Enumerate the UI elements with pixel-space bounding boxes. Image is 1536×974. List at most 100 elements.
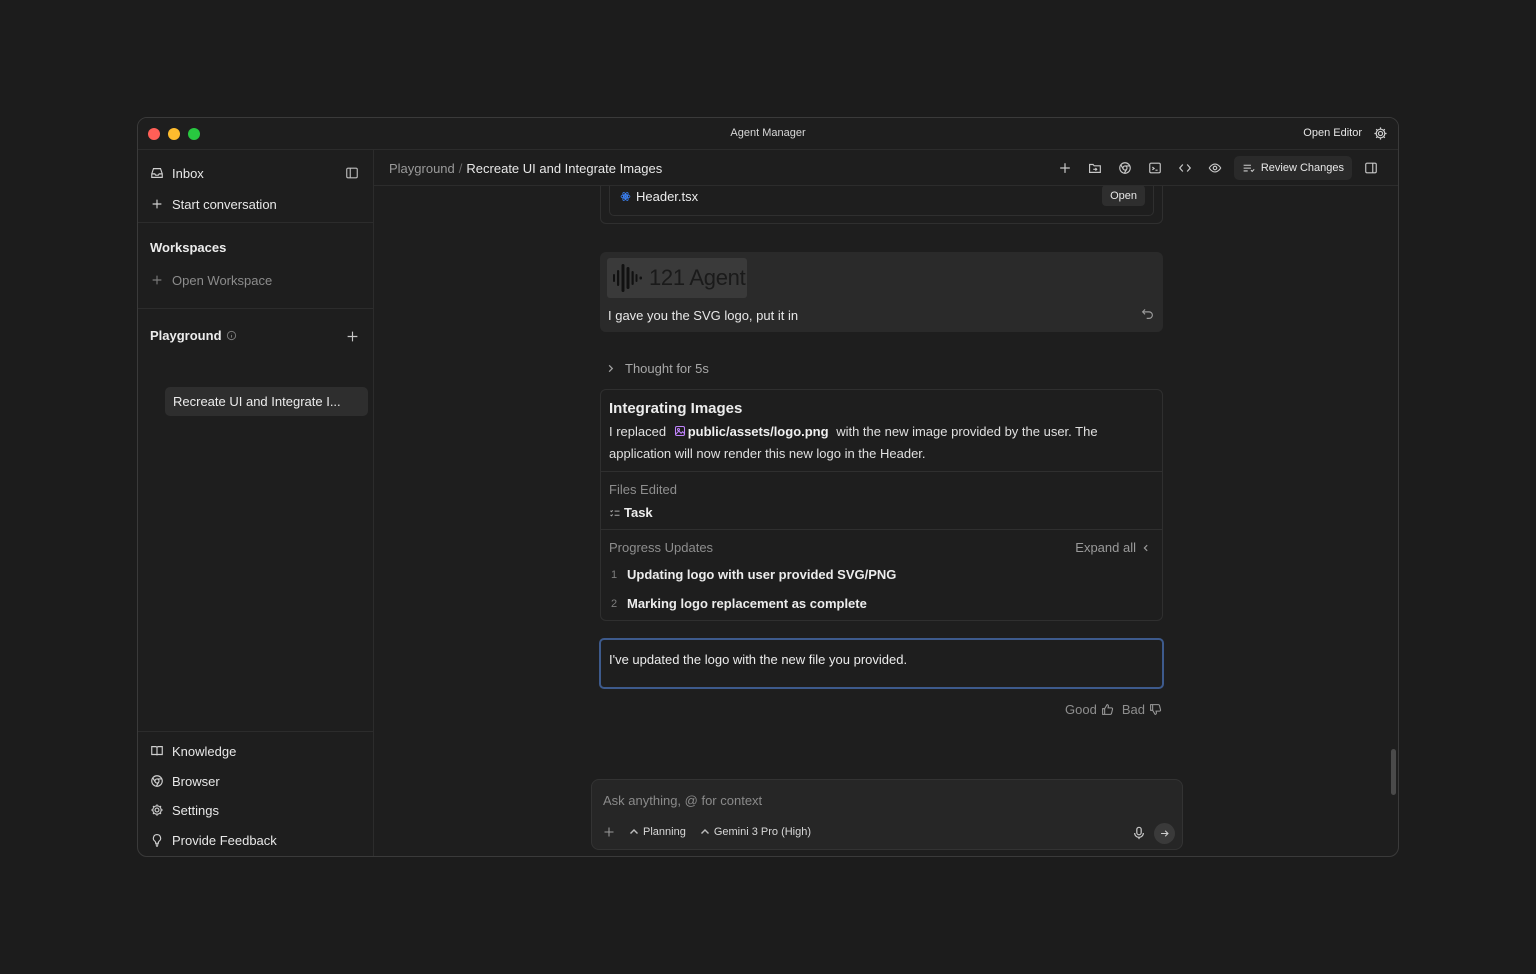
mode-label: Planning [643,826,686,838]
open-workspace-label: Open Workspace [172,272,273,288]
logo-wordmark: 121 Agent [649,265,746,290]
thought-toggle[interactable]: Thought for 5s [606,361,709,376]
knowledge-label: Knowledge [172,743,237,759]
sidebar-item-inbox[interactable]: Inbox [150,162,361,184]
breadcrumb-current: Recreate UI and Integrate Images [466,161,663,176]
window-title: Agent Manager [730,127,806,139]
react-file-icon [620,192,631,201]
mode-selector[interactable]: Planning [629,826,686,838]
info-icon[interactable] [226,330,237,341]
microphone-icon[interactable] [1132,826,1146,840]
plus-icon [152,275,162,285]
thought-label: Thought for 5s [625,361,709,376]
bad-feedback-button[interactable]: Bad [1122,702,1162,717]
model-label: Gemini 3 Pro (High) [713,826,812,838]
conversation-view: Header.tsx Open 121 Agent I gave you the… [374,186,1398,856]
file-name: Header.tsx [620,189,698,204]
divider [138,731,373,732]
chat-composer: Planning Gemini 3 Pro (High) [591,779,1183,850]
step-number: 1 [611,568,618,581]
start-conversation-label: Start conversation [172,196,277,212]
folder-icon [1088,163,1101,173]
step-number: 2 [611,597,618,610]
sidebar-item-knowledge[interactable]: Knowledge [150,740,361,762]
file-row: Header.tsx Open [609,186,1154,216]
undo-icon[interactable] [1141,307,1154,320]
expand-all-label: Expand all [1075,540,1136,555]
feedback-controls: Good Bad [1065,702,1162,717]
add-conversation-icon[interactable] [346,330,359,343]
add-context-icon[interactable] [603,826,615,838]
new-button[interactable] [1050,156,1080,180]
gear-icon [151,804,163,816]
main-panel: Playground / Recreate UI and Integrate Ima… [374,150,1398,856]
progress-updates-label: Progress Updates [609,540,714,555]
checklist-icon [610,509,620,516]
code-button[interactable] [1170,156,1200,180]
chevron-up-icon [700,829,709,834]
provide-feedback-label: Provide Feedback [172,832,277,848]
workspaces-heading: Workspaces [150,236,361,258]
breadcrumb-root[interactable]: Playground [389,161,455,176]
good-feedback-button[interactable]: Good [1065,702,1114,717]
divider [601,529,1162,530]
chat-input[interactable] [603,793,1103,808]
edited-file-task[interactable]: Task [609,505,653,520]
progress-step[interactable]: 2 Marking logo replacement as complete [611,596,867,611]
book-icon [151,746,163,756]
lightbulb-icon [152,834,162,847]
settings-label: Settings [172,802,219,818]
open-editor-button[interactable]: Open Editor [1303,127,1362,139]
expand-all-button[interactable]: Expand all [1075,540,1150,555]
workspaces-heading-label: Workspaces [150,239,227,255]
conversation-item[interactable]: Recreate UI and Integrate I... [165,387,368,416]
playground-section-header[interactable]: Playground [150,324,361,346]
step-text: Marking logo replacement as complete [627,596,867,611]
terminal-icon [1149,162,1161,174]
inbox-label: Inbox [172,165,204,181]
file-reference-link[interactable]: public/assets/logo.png [688,424,829,439]
start-conversation-button[interactable]: Start conversation [150,193,361,215]
arrow-right-icon [1161,830,1169,837]
divider [601,471,1162,472]
list-diff-icon [1243,164,1255,172]
eye-icon [1208,163,1222,173]
review-changes-label: Review Changes [1260,162,1344,174]
folder-button[interactable] [1080,156,1110,180]
browser-icon [1119,162,1131,174]
browser-button[interactable] [1110,156,1140,180]
toolbar: Review Changes [1050,156,1386,180]
model-selector[interactable]: Gemini 3 Pro (High) [700,826,811,838]
file-card: Header.tsx Open [600,186,1163,224]
send-button[interactable] [1154,823,1175,844]
files-edited-label: Files Edited [609,482,677,497]
agent-reply[interactable]: I've updated the logo with the new file … [599,638,1164,689]
sidebar-item-settings[interactable]: Settings [150,799,361,821]
inbox-icon [151,168,163,178]
user-message-text: I gave you the SVG logo, put it in [608,308,799,323]
terminal-button[interactable] [1140,156,1170,180]
progress-step[interactable]: 1 Updating logo with user provided SVG/P… [611,567,896,582]
settings-gear-icon[interactable] [1373,126,1388,141]
agent-reply-text: I've updated the logo with the new file … [609,652,908,667]
attached-logo-image[interactable]: 121 Agent [607,258,747,298]
conversation-item-label: Recreate UI and Integrate I... [173,394,341,409]
open-workspace-button[interactable]: Open Workspace [150,269,361,291]
plus-icon [1060,163,1070,173]
sidebar-item-provide-feedback[interactable]: Provide Feedback [150,829,361,851]
scrollbar-thumb[interactable] [1391,749,1396,795]
bad-label: Bad [1121,702,1145,717]
sidebar-toggle-icon[interactable] [345,166,359,180]
divider [138,308,373,309]
preview-button[interactable] [1200,156,1230,180]
review-changes-button[interactable]: Review Changes [1233,156,1352,180]
browser-icon [151,775,163,787]
top-bar: Playground / Recreate UI and Integrate Ima… [374,150,1398,186]
open-file-button[interactable]: Open [1102,186,1145,206]
app-window: Agent Manager Open Editor Inbox Start co… [137,117,1399,857]
panel-icon [1365,162,1377,174]
thumbs-up-icon [1101,704,1113,715]
sidebar-item-browser[interactable]: Browser [150,770,361,792]
user-message: 121 Agent I gave you the SVG logo, put i… [600,252,1163,332]
toggle-panel-button[interactable] [1356,156,1386,180]
